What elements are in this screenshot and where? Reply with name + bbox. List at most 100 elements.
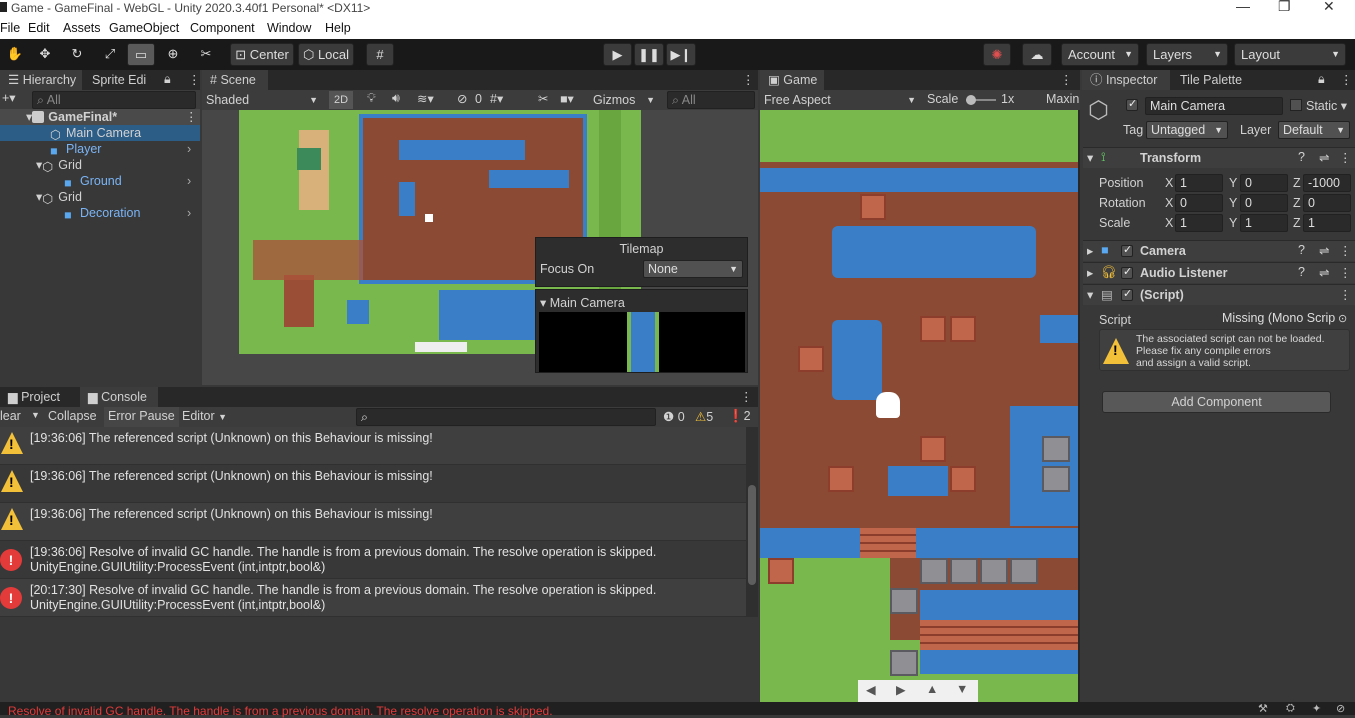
rotation-y-field[interactable]: 0: [1240, 194, 1288, 212]
tab-scene[interactable]: # Scene: [202, 70, 268, 90]
audio-icon[interactable]: 🔊︎: [392, 91, 400, 106]
tab-hierarchy[interactable]: ☰ Hierarchy: [0, 70, 82, 90]
hand-tool-icon[interactable]: ✋: [1, 43, 29, 66]
lighting-icon[interactable]: 💡︎: [367, 91, 376, 106]
status-message[interactable]: Resolve of invalid GC handle. The handle…: [8, 705, 553, 717]
add-icon[interactable]: +▾: [2, 90, 16, 105]
camera-icon[interactable]: ■▾: [560, 91, 574, 106]
tab-sprite-editor[interactable]: Sprite Edi: [84, 70, 164, 90]
focus-on-dropdown[interactable]: None ▼: [643, 260, 743, 278]
tab-tile-palette[interactable]: Tile Palette: [1172, 70, 1262, 90]
layer-dropdown[interactable]: Default ▼: [1278, 121, 1350, 139]
account-dropdown[interactable]: Account ▼: [1061, 43, 1139, 66]
scale-z-field[interactable]: 1: [1303, 214, 1351, 232]
help-icon[interactable]: ?: [1298, 150, 1305, 164]
audio-listener-header[interactable]: ▸ 🎧︎ Audio Listener ? ⇌ ⋮: [1083, 262, 1355, 283]
progress-icon[interactable]: ⛭: [1286, 702, 1295, 715]
menu-help[interactable]: Help: [325, 21, 351, 35]
tools-icon[interactable]: ✂: [538, 91, 548, 106]
arrow-down-icon[interactable]: ▼: [956, 682, 968, 696]
help-icon[interactable]: ?: [1298, 243, 1305, 257]
cache-server-icon[interactable]: ⚒: [1258, 702, 1268, 715]
shading-dropdown[interactable]: Shaded ▼: [206, 91, 320, 109]
help-icon[interactable]: ?: [1298, 265, 1305, 279]
scene-search-input[interactable]: ⌕ All: [667, 91, 755, 109]
close-button[interactable]: ✕: [1323, 0, 1335, 15]
console-search-input[interactable]: ⌕: [356, 408, 656, 426]
hierarchy-item-grid[interactable]: ▾⬡ Grid: [0, 157, 200, 174]
gizmos-dropdown[interactable]: Gizmos ▼: [593, 91, 657, 109]
tab-console[interactable]: ▆ Console: [80, 387, 158, 407]
rotate-tool-icon[interactable]: ↻: [63, 43, 91, 66]
chevron-right-icon[interactable]: ›: [187, 173, 191, 189]
transform-tool-icon[interactable]: ⊕: [159, 43, 187, 66]
scale-x-field[interactable]: 1: [1175, 214, 1223, 232]
preset-icon[interactable]: ⇌: [1319, 265, 1329, 280]
layout-dropdown[interactable]: Layout ▼: [1234, 43, 1346, 66]
tag-dropdown[interactable]: Untagged ▼: [1146, 121, 1228, 139]
static-checkbox[interactable]: [1290, 99, 1302, 111]
pivot-local-button[interactable]: ⬡ Local: [298, 43, 354, 66]
more-menu-icon[interactable]: ⋮: [740, 389, 753, 404]
camera-component-header[interactable]: ▸ ■ Camera ? ⇌ ⋮: [1083, 240, 1355, 261]
position-y-field[interactable]: 0: [1240, 174, 1288, 192]
log-entry[interactable]: ! [20:17:30] Resolve of invalid GC handl…: [0, 579, 748, 617]
hidden-objects-icon[interactable]: ⊘: [457, 91, 467, 106]
chevron-right-icon[interactable]: ›: [187, 205, 191, 221]
lock-icon[interactable]: 🔒︎: [1318, 72, 1325, 87]
lock-icon[interactable]: 🔒︎: [164, 72, 171, 87]
info-count[interactable]: ❶ 0: [663, 409, 685, 424]
warning-count[interactable]: ⚠5: [695, 409, 713, 424]
hierarchy-search-input[interactable]: ⌕ All: [32, 91, 196, 109]
editor-dropdown[interactable]: Editor ▼: [182, 409, 227, 423]
debug-icon[interactable]: ✦: [1312, 702, 1321, 715]
hierarchy-item-main-camera[interactable]: ⬡ Main Camera: [0, 125, 200, 142]
more-menu-icon[interactable]: ⋮: [1060, 72, 1073, 87]
move-tool-icon[interactable]: ✥: [31, 43, 59, 66]
rotation-x-field[interactable]: 0: [1175, 194, 1223, 212]
game-arrow-controls[interactable]: ◀ ▶ ▲ ▼: [858, 680, 978, 702]
preset-icon[interactable]: ⇌: [1319, 243, 1329, 258]
collab-status-icon[interactable]: ⊘: [1336, 702, 1345, 715]
play-button[interactable]: ▶: [603, 43, 632, 66]
tab-game[interactable]: ▣ Game: [760, 70, 824, 90]
chevron-right-icon[interactable]: ›: [187, 141, 191, 157]
menu-window[interactable]: Window: [267, 21, 311, 35]
transform-header[interactable]: ▾ ⟟ Transform ? ⇌ ⋮: [1083, 147, 1355, 168]
hierarchy-item-player[interactable]: ■ Player ›: [0, 141, 200, 158]
position-z-field[interactable]: -1000: [1303, 174, 1351, 192]
scale-slider[interactable]: [966, 95, 996, 105]
scale-slider-thumb[interactable]: [966, 95, 976, 105]
scrollbar-thumb[interactable]: [748, 485, 756, 585]
menu-assets[interactable]: Assets: [63, 21, 101, 35]
tab-inspector[interactable]: ⓘ Inspector: [1082, 70, 1170, 90]
custom-tool-icon[interactable]: ✂: [192, 43, 220, 66]
menu-file[interactable]: File: [0, 21, 20, 35]
active-checkbox[interactable]: [1126, 97, 1138, 112]
collapse-button[interactable]: Collapse: [48, 409, 97, 423]
rotation-z-field[interactable]: 0: [1303, 194, 1351, 212]
effects-icon[interactable]: ≋▾: [417, 91, 434, 106]
scale-y-field[interactable]: 1: [1240, 214, 1288, 232]
scale-tool-icon[interactable]: ⤢: [96, 43, 124, 66]
more-menu-icon[interactable]: ⋮: [1339, 243, 1352, 258]
maximize-button[interactable]: ❐: [1278, 0, 1291, 15]
camera-enabled-checkbox[interactable]: [1121, 243, 1133, 258]
minimize-button[interactable]: —: [1236, 0, 1250, 14]
arrow-right-icon[interactable]: ▶: [896, 682, 906, 697]
hierarchy-item-decoration[interactable]: ■ Decoration ›: [0, 205, 200, 222]
audio-listener-enabled-checkbox[interactable]: [1121, 265, 1133, 280]
more-menu-icon[interactable]: ⋮: [1339, 150, 1352, 165]
chevron-down-icon[interactable]: ▼: [31, 410, 40, 420]
log-entry[interactable]: ! [19:36:06] Resolve of invalid GC handl…: [0, 541, 748, 579]
log-entry[interactable]: [19:36:06] The referenced script (Unknow…: [0, 465, 748, 503]
game-view[interactable]: ◀ ▶ ▲ ▼: [760, 110, 1078, 702]
clear-button[interactable]: lear: [0, 409, 21, 423]
pause-button[interactable]: ❚❚: [634, 43, 664, 66]
cloud-icon[interactable]: ☁: [1022, 43, 1052, 66]
grid-snap-icon[interactable]: #: [366, 43, 394, 66]
error-count[interactable]: ❗2: [728, 409, 751, 424]
more-menu-icon[interactable]: ⋮: [185, 109, 198, 125]
add-component-button[interactable]: Add Component: [1102, 391, 1331, 413]
step-button[interactable]: ▶❙: [666, 43, 696, 66]
